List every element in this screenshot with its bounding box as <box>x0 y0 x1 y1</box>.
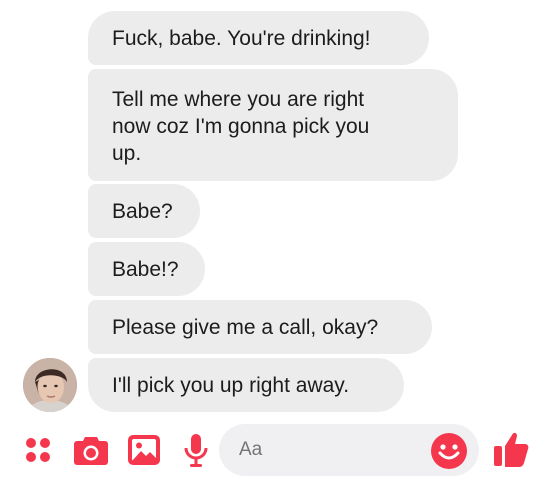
camera-icon[interactable] <box>73 432 109 468</box>
message-bubble: Please give me a call, okay? <box>88 300 432 354</box>
message-bubble: Fuck, babe. You're drinking! <box>88 11 429 65</box>
avatar-photo <box>23 358 77 412</box>
thumbs-up-icon[interactable] <box>492 429 530 469</box>
message-input[interactable] <box>239 424 419 476</box>
message-input-box[interactable] <box>219 424 479 476</box>
smiley-icon[interactable] <box>430 432 468 470</box>
more-icon[interactable] <box>20 432 56 468</box>
message-bubble: I'll pick you up right away. <box>88 358 404 412</box>
message-bubble: Babe? <box>88 184 200 238</box>
message-bubble: Babe!? <box>88 242 205 296</box>
microphone-icon[interactable] <box>178 432 214 468</box>
avatar[interactable] <box>23 358 77 412</box>
gallery-icon[interactable] <box>126 432 162 468</box>
message-thread: Fuck, babe. You're drinking! Tell me whe… <box>0 0 540 420</box>
message-composer <box>0 420 540 483</box>
message-bubble: Tell me where you are right now coz I'm … <box>88 69 458 181</box>
